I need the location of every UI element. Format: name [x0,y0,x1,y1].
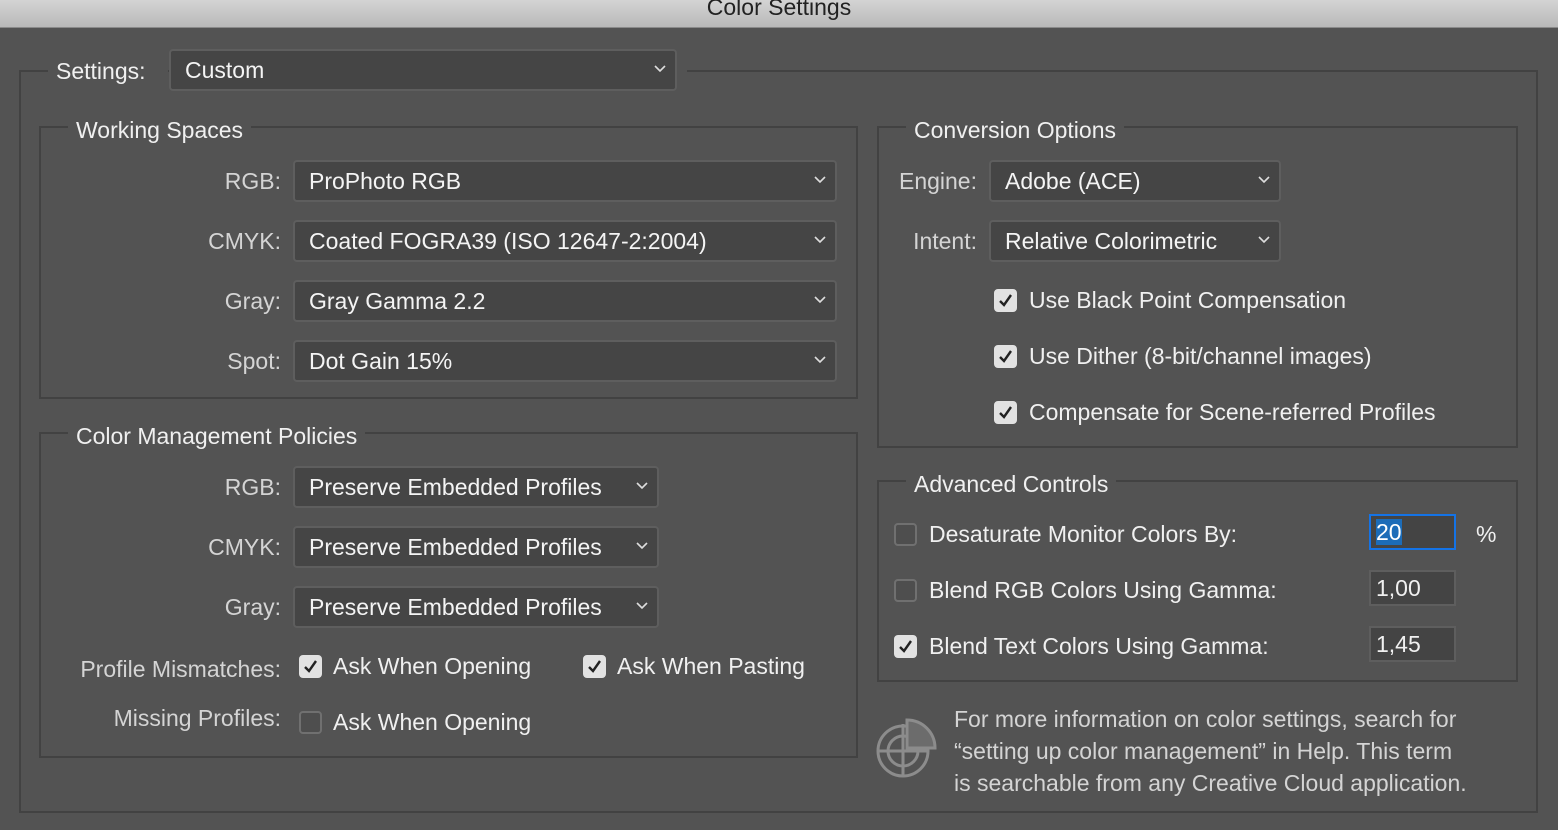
advanced-checkbox-label: Blend RGB Colors Using Gamma: [929,577,1277,603]
advanced-title: Advanced Controls [906,470,1117,498]
advanced-checkbox-label: Blend Text Colors Using Gamma: [929,633,1269,659]
advanced-checkbox-label: Desaturate Monitor Colors By: [929,521,1238,547]
conversion-checkbox-label: Use Black Point Compensation [1029,287,1347,313]
ask-when-pasting-checkbox[interactable] [583,655,606,678]
chevron-down-icon [636,542,648,550]
policy-label: CMYK: [208,534,281,560]
intent-label: Intent: [913,228,977,254]
working-space-label: Spot: [227,348,281,374]
percent-unit: % [1476,521,1497,547]
working-space-value: Dot Gain 15% [309,348,453,374]
conversion-checkbox-label: Compensate for Scene-referred Profiles [1029,399,1436,425]
policies-title: Color Management Policies [68,422,366,450]
chevron-down-icon [814,356,826,364]
working-space-select[interactable]: Dot Gain 15% [293,340,837,382]
working-space-select[interactable]: Coated FOGRA39 (ISO 12647-2:2004) [293,220,837,262]
info-line: For more information on color settings, … [954,706,1457,732]
intent-value: Relative Colorimetric [1005,228,1218,254]
policy-select[interactable]: Preserve Embedded Profiles [293,466,659,508]
chevron-down-icon [654,65,666,73]
missing-profiles-label: Missing Profiles: [113,705,281,731]
policy-value: Preserve Embedded Profiles [309,474,602,500]
checkmark-icon [588,660,601,673]
conversion-checkbox[interactable] [994,289,1017,312]
checkmark-icon [899,640,912,653]
checkmark-icon [999,294,1012,307]
working-space-value: Gray Gamma 2.2 [309,288,486,314]
engine-label: Engine: [898,168,977,194]
settings-select[interactable]: Custom [169,49,677,91]
checkmark-icon [304,660,317,673]
conversion-checkbox[interactable] [994,345,1017,368]
chevron-down-icon [636,482,648,490]
policy-value: Preserve Embedded Profiles [309,534,602,560]
policy-label: Gray: [224,594,281,620]
ask-when-opening-checkbox[interactable] [299,655,322,678]
ask-when-opening-label: Ask When Opening [333,653,532,679]
conversion-checkbox[interactable] [994,401,1017,424]
engine-value: Adobe (ACE) [1005,168,1141,194]
policy-select[interactable]: Preserve Embedded Profiles [293,586,659,628]
working-space-label: CMYK: [208,228,281,254]
checkmark-icon [999,406,1012,419]
chevron-down-icon [814,236,826,244]
policy-select[interactable]: Preserve Embedded Profiles [293,526,659,568]
conversion-checkbox-label: Use Dither (8-bit/channel images) [1029,343,1372,369]
chevron-down-icon [1258,176,1270,184]
advanced-value: 1,45 [1376,631,1421,657]
working-space-select[interactable]: Gray Gamma 2.2 [293,280,837,322]
working-space-value: Coated FOGRA39 (ISO 12647-2:2004) [309,228,707,254]
color-management-icon [876,718,937,778]
working-space-label: RGB: [224,168,281,194]
advanced-value: 1,00 [1376,575,1421,601]
advanced-value: 20 [1376,519,1402,545]
profile-mismatches-label: Profile Mismatches: [80,656,281,682]
settings-label: Settings: [48,57,168,85]
policy-value: Preserve Embedded Profiles [309,594,602,620]
advanced-checkbox[interactable] [894,523,917,546]
title-bar: Color Settings [0,0,1558,28]
advanced-value-input[interactable]: 20 [1369,514,1456,550]
missing-ask-when-opening-checkbox[interactable] [299,711,322,734]
checkmark-icon [999,350,1012,363]
policy-label: RGB: [224,474,281,500]
advanced-value-input[interactable]: 1,45 [1369,626,1456,662]
engine-select[interactable]: Adobe (ACE) [989,160,1281,202]
conversion-title: Conversion Options [906,116,1124,144]
info-line: is searchable from any Creative Cloud ap… [954,770,1467,796]
advanced-checkbox[interactable] [894,635,917,658]
window-title: Color Settings [706,0,852,20]
chevron-down-icon [814,176,826,184]
chevron-down-icon [814,296,826,304]
info-text: For more information on color settings, … [954,703,1534,799]
working-spaces-title: Working Spaces [68,116,252,144]
ask-when-pasting-label: Ask When Pasting [617,653,805,679]
working-space-select[interactable]: ProPhoto RGB [293,160,837,202]
missing-ask-when-opening-label: Ask When Opening [333,709,532,735]
intent-select[interactable]: Relative Colorimetric [989,220,1281,262]
advanced-checkbox[interactable] [894,579,917,602]
info-line: “setting up color management” in Help. T… [954,738,1453,764]
advanced-value-input[interactable]: 1,00 [1369,570,1456,606]
working-space-value: ProPhoto RGB [309,168,462,194]
chevron-down-icon [1258,236,1270,244]
chevron-down-icon [636,602,648,610]
working-space-label: Gray: [224,288,281,314]
settings-value: Custom [185,57,265,83]
